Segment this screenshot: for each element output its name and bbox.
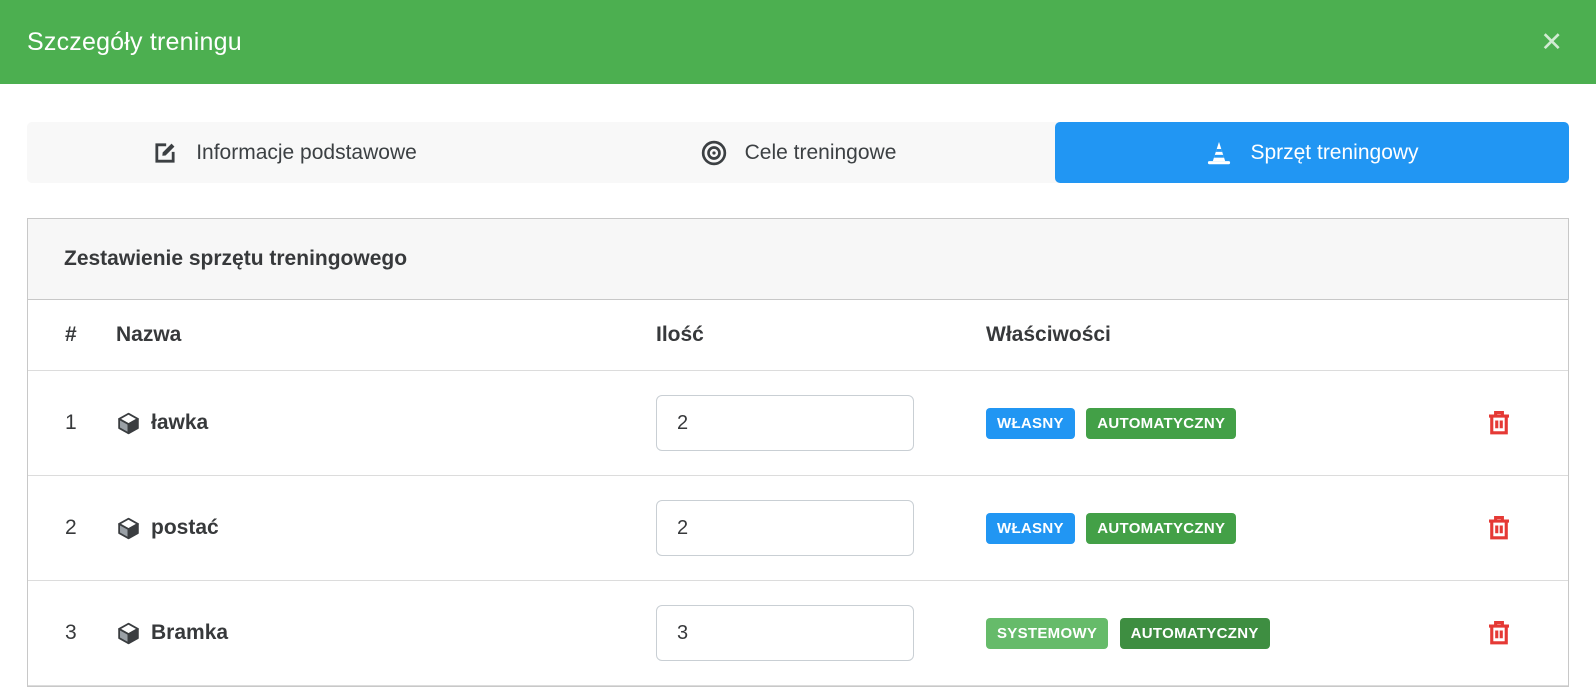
delete-button[interactable]: [1482, 510, 1516, 544]
cube-icon: [116, 411, 141, 436]
column-header-properties: Właściwości: [986, 300, 1438, 371]
modal-title: Szczegóły treningu: [27, 28, 242, 57]
equipment-card: Zestawienie sprzętu treningowego # Nazwa…: [27, 218, 1569, 687]
column-header-quantity: Ilość: [656, 300, 986, 371]
tab-sprzet-treningowy[interactable]: Sprzęt treningowy: [1055, 122, 1569, 183]
tab-informacje-podstawowe[interactable]: Informacje podstawowe: [27, 122, 541, 183]
close-icon[interactable]: ✕: [1534, 25, 1569, 60]
column-header-name: Nazwa: [116, 300, 656, 371]
equipment-name: ławka: [151, 411, 208, 435]
property-badge: SYSTEMOWY: [986, 618, 1108, 649]
property-badge: WŁASNY: [986, 408, 1075, 439]
trash-icon: [1484, 425, 1514, 440]
modal-header: Szczegóły treningu ✕: [0, 0, 1596, 84]
tab-label: Cele treningowe: [745, 141, 897, 165]
quantity-input[interactable]: [656, 605, 914, 661]
tab-bar: Informacje podstawowe Cele treningowe: [27, 122, 1569, 183]
equipment-name: postać: [151, 516, 219, 540]
cube-icon: [116, 516, 141, 541]
row-index: 2: [28, 476, 116, 581]
property-badge: WŁASNY: [986, 513, 1075, 544]
row-index: 1: [28, 371, 116, 476]
trash-icon: [1484, 530, 1514, 545]
quantity-input[interactable]: [656, 500, 914, 556]
column-header-actions: [1438, 300, 1568, 371]
tab-label: Sprzęt treningowy: [1250, 141, 1418, 165]
row-index: 3: [28, 581, 116, 686]
tab-label: Informacje podstawowe: [196, 141, 417, 165]
cube-icon: [116, 621, 141, 646]
card-title: Zestawienie sprzętu treningowego: [28, 219, 1568, 300]
quantity-input[interactable]: [656, 395, 914, 451]
trash-icon: [1484, 635, 1514, 650]
property-badge: AUTOMATYCZNY: [1086, 513, 1236, 544]
target-icon: [700, 139, 728, 167]
edit-square-icon: [151, 139, 179, 167]
delete-button[interactable]: [1482, 405, 1516, 439]
column-header-index: #: [28, 300, 116, 371]
traffic-cone-icon: [1205, 139, 1233, 167]
table-row: 2 postać: [28, 476, 1568, 581]
table-row: 1 ławka: [28, 371, 1568, 476]
table-row: 3 Bramka: [28, 581, 1568, 686]
tab-cele-treningowe[interactable]: Cele treningowe: [541, 122, 1055, 183]
delete-button[interactable]: [1482, 615, 1516, 649]
property-badge: AUTOMATYCZNY: [1120, 618, 1270, 649]
table-header-row: # Nazwa Ilość Właściwości: [28, 300, 1568, 371]
equipment-name: Bramka: [151, 621, 228, 645]
equipment-table: # Nazwa Ilość Właściwości 1: [28, 300, 1568, 686]
property-badge: AUTOMATYCZNY: [1086, 408, 1236, 439]
